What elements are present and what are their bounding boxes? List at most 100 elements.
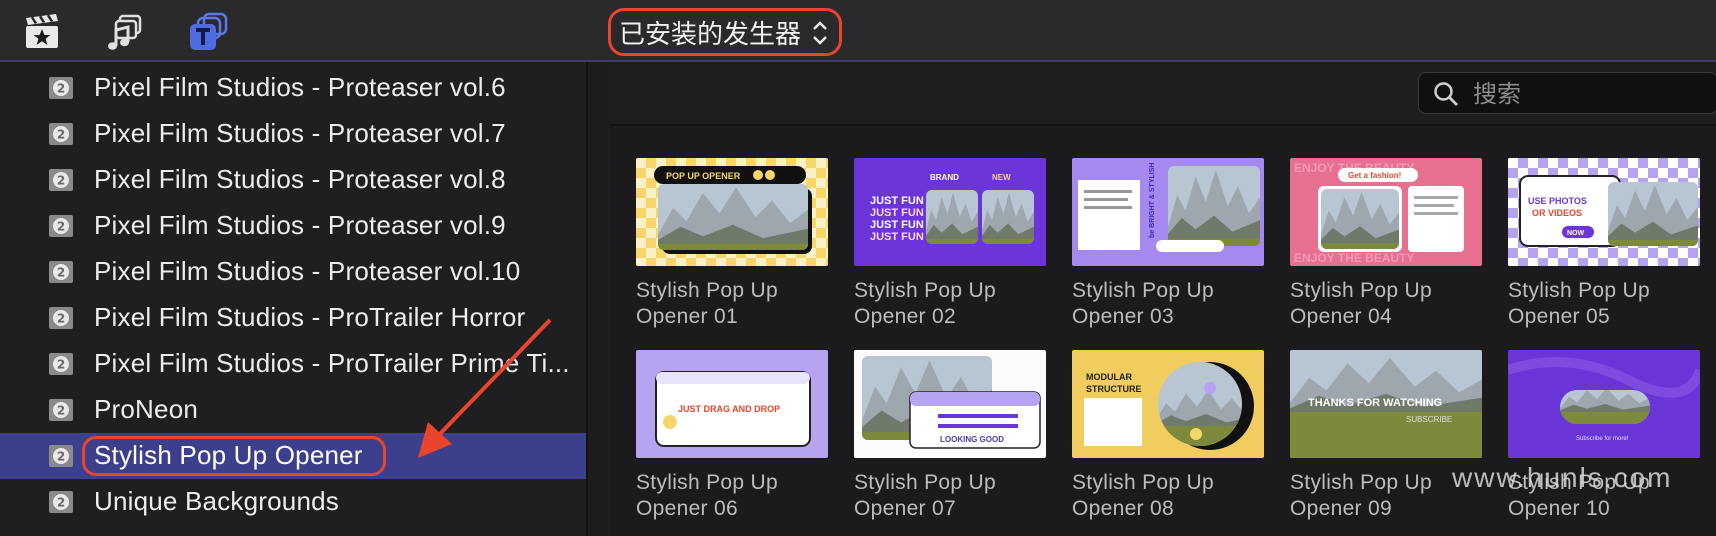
generator-title-line1: Stylish Pop Up bbox=[636, 471, 778, 494]
svg-text:ENJOY THE BEAUTY: ENJOY THE BEAUTY bbox=[1294, 251, 1414, 265]
library-selector-label: 已安装的发生器 bbox=[619, 19, 802, 50]
generator-title-line1: Stylish Pop Up bbox=[1072, 279, 1214, 302]
sidebar-item[interactable]: 2 Pixel Film Studios - Proteaser vol.6 bbox=[0, 65, 586, 111]
generator-tile[interactable]: USE PHOTOS OR VIDEOS NOW Stylish Pop Up Open… bbox=[1508, 158, 1702, 342]
generator-library-icon: 2 bbox=[48, 444, 74, 468]
sidebar-item[interactable]: 2 Stylish Pop Up Opener bbox=[0, 433, 586, 479]
generator-title-line2: Opener 09 bbox=[1290, 497, 1392, 520]
search-input[interactable] bbox=[1471, 77, 1705, 111]
sidebar-item[interactable]: 2 Pixel Film Studios - Proteaser vol.8 bbox=[0, 157, 586, 203]
generator-title: Stylish Pop Up Opener 06 bbox=[636, 470, 836, 522]
svg-text:Get a fashion!: Get a fashion! bbox=[1348, 171, 1401, 180]
svg-text:JUST FUN: JUST FUN bbox=[870, 207, 924, 219]
generator-title-line2: Opener 02 bbox=[854, 305, 956, 328]
sidebar-item[interactable]: 2 Unique Backgrounds bbox=[0, 479, 586, 525]
sidebar-item-label: Unique Backgrounds bbox=[94, 486, 339, 516]
svg-text:JUST FUN: JUST FUN bbox=[870, 219, 924, 231]
generator-title: Stylish Pop Up Opener 04 bbox=[1290, 278, 1490, 330]
generator-tile[interactable]: JUST FUN JUST FUN JUST FUN JUST FUN BRAND NEW… bbox=[854, 158, 1048, 342]
generator-tile[interactable]: JUST DRAG AND DROP Stylish Pop Up Opener 0… bbox=[636, 350, 830, 534]
music-photo-icon[interactable] bbox=[104, 12, 144, 52]
generator-thumbnail[interactable]: JUST FUN JUST FUN JUST FUN JUST FUN BRAND NEW bbox=[854, 158, 1046, 266]
sidebar-item[interactable]: 2 Pixel Film Studios - Proteaser vol.9 bbox=[0, 203, 586, 249]
generator-thumbnail[interactable]: Subscribe for more! bbox=[1508, 350, 1700, 458]
generator-tile[interactable]: LOOKING GOOD Stylish Pop Up Opener 07 bbox=[854, 350, 1048, 534]
generator-library-icon: 2 bbox=[48, 398, 74, 422]
generator-thumbnail[interactable]: POP UP OPENER bbox=[636, 158, 828, 266]
generator-title-line2: Opener 08 bbox=[1072, 497, 1174, 520]
generator-thumbnail[interactable]: ENJOY THE BEAUTYENJOY THE BEAUTYGet a fa… bbox=[1290, 158, 1482, 266]
search-icon bbox=[1434, 82, 1458, 106]
generator-library-icon: 2 bbox=[48, 260, 74, 284]
svg-text:POP UP OPENER: POP UP OPENER bbox=[666, 171, 741, 181]
clapper-star-icon[interactable] bbox=[22, 12, 62, 52]
generator-thumbnail[interactable]: JUST DRAG AND DROP bbox=[636, 350, 828, 458]
svg-text:JUST FUN: JUST FUN bbox=[870, 195, 924, 207]
svg-text:JUST FUN: JUST FUN bbox=[870, 231, 924, 243]
generator-library-icon: 2 bbox=[48, 122, 74, 146]
library-selector[interactable]: 已安装的发生器 bbox=[608, 8, 842, 56]
generator-title-line1: Stylish Pop Up bbox=[1072, 471, 1214, 494]
generator-thumbnail[interactable]: MODULAR STRUCTURE bbox=[1072, 350, 1264, 458]
generator-tile[interactable]: MODULAR STRUCTURE Stylish Pop Up Opener 08 bbox=[1072, 350, 1266, 534]
updown-chevron-icon bbox=[813, 21, 827, 45]
generator-title-line1: Stylish Pop Up bbox=[1508, 279, 1650, 302]
svg-text:2: 2 bbox=[57, 174, 65, 188]
sidebar-item-label: Pixel Film Studios - ProTrailer Horror bbox=[94, 302, 526, 332]
sidebar-item-label: ProNeon bbox=[94, 394, 199, 424]
svg-text:Subscribe for more!: Subscribe for more! bbox=[1576, 436, 1629, 442]
generator-library-icon: 2 bbox=[48, 168, 74, 192]
svg-text:JUST DRAG AND DROP: JUST DRAG AND DROP bbox=[678, 404, 780, 414]
svg-text:LOOKING GOOD: LOOKING GOOD bbox=[940, 435, 1004, 444]
svg-text:STRUCTURE: STRUCTURE bbox=[1086, 384, 1142, 394]
search-bar bbox=[610, 62, 1716, 126]
generator-thumbnail[interactable]: LOOKING GOOD bbox=[854, 350, 1046, 458]
svg-text:2: 2 bbox=[57, 220, 65, 234]
generator-tile[interactable]: Subscribe for more! Stylish Pop Up Opener … bbox=[1508, 350, 1702, 534]
sidebar-item-label: Pixel Film Studios - ProTrailer Prime Ti… bbox=[94, 348, 570, 378]
svg-text:BRAND: BRAND bbox=[930, 173, 959, 182]
generator-library-icon: 2 bbox=[48, 352, 74, 376]
sidebar-item[interactable]: 2 Pixel Film Studios - Proteaser vol.10 bbox=[0, 249, 586, 295]
generator-title: Stylish Pop Up Opener 08 bbox=[1072, 470, 1272, 522]
generator-title-line2: Opener 04 bbox=[1290, 305, 1392, 328]
sidebar-item-label: Pixel Film Studios - Proteaser vol.10 bbox=[94, 256, 521, 286]
generator-title-line1: Stylish Pop Up bbox=[636, 279, 778, 302]
generator-title-line2: Opener 10 bbox=[1508, 497, 1610, 520]
svg-text:2: 2 bbox=[57, 450, 65, 464]
sidebar-item[interactable]: 2 Pixel Film Studios - Proteaser vol.7 bbox=[0, 111, 586, 157]
generator-tile[interactable]: ENJOY THE BEAUTYENJOY THE BEAUTYGet a fa… bbox=[1290, 158, 1484, 342]
svg-text:2: 2 bbox=[57, 312, 65, 326]
generator-title: Stylish Pop Up Opener 07 bbox=[854, 470, 1054, 522]
titles-icon[interactable] bbox=[188, 12, 228, 52]
sidebar-item-label: Pixel Film Studios - Proteaser vol.8 bbox=[94, 164, 506, 194]
svg-text:MODULAR: MODULAR bbox=[1086, 372, 1132, 382]
generator-thumbnail[interactable]: USE PHOTOS OR VIDEOS NOW bbox=[1508, 158, 1700, 266]
generator-tile[interactable]: be BRIGHT & STYLISH Stylish Pop Up Opener … bbox=[1072, 158, 1266, 342]
generator-title-line2: Opener 03 bbox=[1072, 305, 1174, 328]
svg-text:NOW: NOW bbox=[1567, 230, 1585, 237]
generator-thumbnail[interactable]: be BRIGHT & STYLISH bbox=[1072, 158, 1264, 266]
sidebar-item[interactable]: 2 Pixel Film Studios - ProTrailer Prime T… bbox=[0, 341, 586, 387]
generator-tile[interactable]: THANKS FOR WATCHING SUBSCRIBE Stylish Pop … bbox=[1290, 350, 1484, 534]
svg-text:NEW: NEW bbox=[992, 173, 1011, 182]
sidebar-item[interactable]: 2 Pixel Film Studios - ProTrailer Horror bbox=[0, 295, 586, 341]
generator-title-line2: Opener 06 bbox=[636, 497, 738, 520]
generator-title-line2: Opener 01 bbox=[636, 305, 738, 328]
generator-library-icon: 2 bbox=[48, 490, 74, 514]
svg-text:2: 2 bbox=[57, 266, 65, 280]
sidebar-item[interactable]: 2 ProNeon bbox=[0, 387, 586, 433]
svg-text:USE PHOTOS: USE PHOTOS bbox=[1528, 196, 1587, 206]
svg-text:2: 2 bbox=[57, 496, 65, 510]
generator-thumbnail[interactable]: THANKS FOR WATCHING SUBSCRIBE bbox=[1290, 350, 1482, 458]
generator-title-line2: Opener 05 bbox=[1508, 305, 1610, 328]
generator-title: Stylish Pop Up Opener 02 bbox=[854, 278, 1054, 330]
generator-title-line1: Stylish Pop Up bbox=[1290, 279, 1432, 302]
sidebar-item-label: Pixel Film Studios - Proteaser vol.6 bbox=[94, 72, 506, 102]
generator-tile[interactable]: POP UP OPENER Stylish Pop Up Opener 01 bbox=[636, 158, 830, 342]
annotation-highlight-ring bbox=[82, 436, 386, 476]
generator-library-icon: 2 bbox=[48, 214, 74, 238]
svg-text:SUBSCRIBE: SUBSCRIBE bbox=[1406, 415, 1452, 424]
search-field[interactable] bbox=[1418, 72, 1716, 114]
svg-text:THANKS FOR WATCHING: THANKS FOR WATCHING bbox=[1308, 397, 1442, 409]
